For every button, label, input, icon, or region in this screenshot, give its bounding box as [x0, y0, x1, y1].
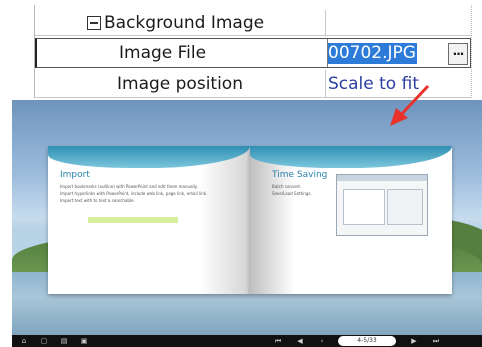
property-label-image-file: Image File [119, 43, 207, 63]
page-heading-time-saving: Time Saving [272, 170, 328, 180]
image-file-field[interactable]: 00702.JPG ··· [327, 39, 474, 67]
zoom-icon[interactable]: ▢ [40, 337, 48, 345]
page-counter[interactable]: 4-5/33 [338, 336, 396, 346]
page-screenshot-image [336, 174, 428, 236]
page-highlight-bar [88, 217, 178, 223]
page-header-wave [48, 146, 250, 168]
book-page-right[interactable]: Time Saving Batch convert. Save/Load Set… [250, 146, 452, 294]
next-page-icon[interactable]: ▶ [410, 337, 418, 345]
prev-page-icon[interactable]: ◀ [296, 337, 304, 345]
collapse-icon[interactable] [87, 15, 101, 30]
list-item: Batch convert. [272, 184, 302, 189]
category-label: Background Image [104, 12, 265, 33]
prev-icon[interactable]: ‹ [318, 337, 326, 345]
book-page-left[interactable]: Import Import bookmarks (outline) with P… [48, 146, 250, 294]
list-item: Import text with to text a searchable. [60, 198, 135, 203]
page-heading-import: Import [60, 170, 90, 180]
property-label-image-position: Image position [117, 73, 243, 94]
flipbook-toolbar: ⌂ ▢ ▤ ▣ ⏮ ◀ ‹ 4-5/33 ▶ ⏭ [12, 335, 482, 347]
flipbook-preview: Import Import bookmarks (outline) with P… [12, 100, 482, 347]
share-icon[interactable]: ▣ [80, 337, 88, 345]
page-header-wave [250, 146, 452, 168]
browse-button[interactable]: ··· [448, 43, 468, 65]
property-row-image-file[interactable]: Image File 00702.JPG ··· [35, 38, 471, 68]
list-item: Import hyperlinks with PowerPoint, inclu… [60, 191, 208, 196]
home-icon[interactable]: ⌂ [20, 337, 28, 345]
property-grid: Background Image Image File 00702.JPG ··… [34, 5, 472, 98]
print-icon[interactable]: ▤ [60, 337, 68, 345]
last-page-icon[interactable]: ⏭ [432, 337, 440, 345]
page-bullet-list: Import bookmarks (outline) with PowerPoi… [60, 184, 230, 205]
category-row-background-image[interactable]: Background Image [35, 10, 471, 36]
list-item: Import bookmarks (outline) with PowerPoi… [60, 184, 198, 189]
image-file-value[interactable]: 00702.JPG [328, 42, 417, 64]
list-item: Save/Load Settings. [272, 191, 312, 196]
first-page-icon[interactable]: ⏮ [274, 337, 282, 345]
property-row-image-position[interactable]: Image position Scale to fit [35, 70, 471, 98]
category-value-cell [325, 10, 472, 35]
image-position-value[interactable]: Scale to fit [325, 70, 474, 97]
open-book[interactable]: Import Import bookmarks (outline) with P… [48, 146, 452, 294]
page-bullet-list: Batch convert. Save/Load Settings. [272, 184, 332, 198]
